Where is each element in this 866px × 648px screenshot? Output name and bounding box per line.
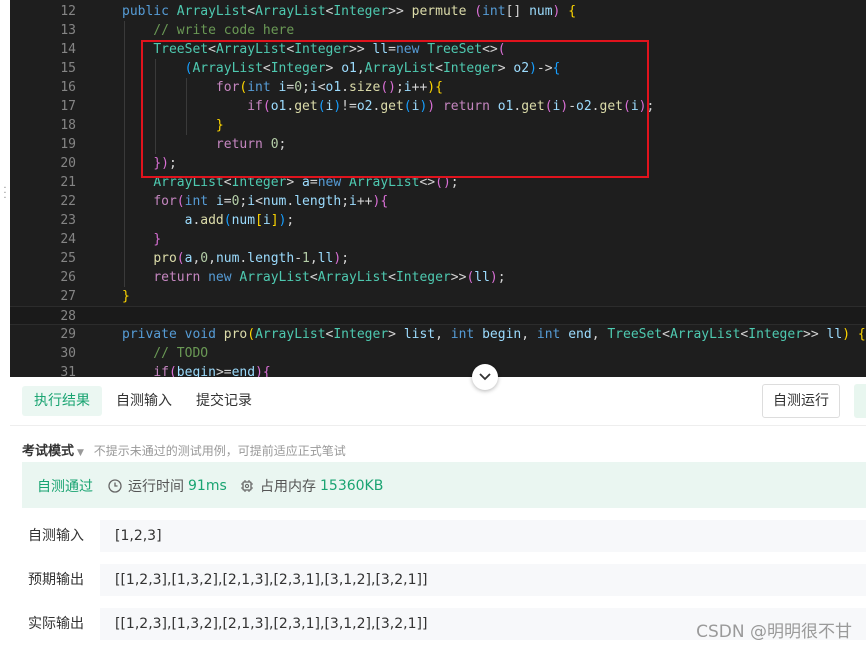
submit-button-partial[interactable] xyxy=(854,384,866,418)
expected-output-value: [[1,2,3],[1,3,2],[2,1,3],[2,3,1],[3,1,2]… xyxy=(100,564,866,596)
exam-mode-row: 考试模式 ▼ 不提示未通过的测试用例，可提前适应正式笔试 xyxy=(22,441,346,461)
chip-icon xyxy=(241,480,253,492)
exam-mode-dropdown[interactable]: 考试模式 xyxy=(22,444,74,459)
line-number: 25 xyxy=(60,251,76,266)
chevron-down-icon xyxy=(479,373,491,381)
tab-self-input[interactable]: 自测输入 xyxy=(104,386,184,416)
code-line[interactable]: 14 TreeSet<ArrayList<Integer>> ll=new Tr… xyxy=(10,40,866,59)
code-text[interactable]: // TODO xyxy=(122,344,208,363)
line-number: 31 xyxy=(60,365,76,377)
code-text[interactable]: return new ArrayList<ArrayList<Integer>>… xyxy=(122,268,505,287)
line-number: 24 xyxy=(60,232,76,247)
line-number: 27 xyxy=(60,289,76,304)
run-status-panel: 自测通过 运行时间 91ms 占用内存 15360KB xyxy=(22,462,866,508)
code-text[interactable]: for(int i=0;i<num.length;i++){ xyxy=(122,192,388,211)
tab-submission-history[interactable]: 提交记录 xyxy=(184,386,264,416)
line-number: 16 xyxy=(60,80,76,95)
memory-stat: 占用内存 15360KB xyxy=(240,476,383,496)
code-text[interactable]: a.add(num[i]); xyxy=(122,211,295,230)
line-number: 22 xyxy=(60,194,76,209)
run-time-label: 运行时间 xyxy=(128,479,184,495)
code-text[interactable]: } xyxy=(122,230,161,249)
memory-label: 占用内存 xyxy=(260,479,316,495)
code-line[interactable]: 24 } xyxy=(10,230,866,249)
code-text[interactable]: ArrayList<Integer> a=new ArrayList<>(); xyxy=(122,173,458,192)
expected-output-label: 预期输出 xyxy=(28,572,84,588)
code-text[interactable]: private void pro(ArrayList<Integer> list… xyxy=(122,325,866,344)
code-editor[interactable]: · · · 12 public ArrayList<ArrayList<Integer… xyxy=(0,0,866,377)
code-line[interactable]: 30 // TODO xyxy=(10,344,866,363)
line-number: 19 xyxy=(60,137,76,152)
tab-result[interactable]: 执行结果 xyxy=(22,386,102,416)
run-time-value: 91ms xyxy=(188,478,227,494)
code-line[interactable]: 12 public ArrayList<ArrayList<Integer>> p… xyxy=(10,2,866,21)
drag-handle-icon[interactable]: · · · xyxy=(1,184,9,204)
line-number: 17 xyxy=(60,99,76,114)
memory-value: 15360KB xyxy=(320,478,384,494)
line-number: 14 xyxy=(60,42,76,57)
code-text[interactable]: } xyxy=(122,287,130,306)
line-number: 23 xyxy=(60,213,76,228)
code-text[interactable]: TreeSet<ArrayList<Integer>> ll=new TreeS… xyxy=(122,40,505,59)
code-text[interactable]: public ArrayList<ArrayList<Integer>> per… xyxy=(122,2,576,21)
self-input-label: 自测输入 xyxy=(28,528,84,544)
code-line[interactable]: 18 } xyxy=(10,116,866,135)
run-time-stat: 运行时间 91ms xyxy=(108,476,227,496)
collapse-panel-button[interactable] xyxy=(472,364,498,390)
code-line[interactable]: 28 xyxy=(10,306,866,325)
code-line[interactable]: 21 ArrayList<Integer> a=new ArrayList<>(… xyxy=(10,173,866,192)
code-line[interactable]: 23 a.add(num[i]); xyxy=(10,211,866,230)
code-line[interactable]: 19 return 0; xyxy=(10,135,866,154)
code-text[interactable]: return 0; xyxy=(122,135,286,154)
line-number: 20 xyxy=(60,156,76,171)
exam-mode-hint: 不提示未通过的测试用例，可提前适应正式笔试 xyxy=(93,444,346,458)
code-text[interactable]: if(begin>=end){ xyxy=(122,363,270,377)
self-input-value: [1,2,3] xyxy=(100,520,866,552)
line-number: 15 xyxy=(60,61,76,76)
code-line[interactable]: 27} xyxy=(10,287,866,306)
caret-down-icon[interactable]: ▼ xyxy=(77,448,84,458)
code-line[interactable]: 26 return new ArrayList<ArrayList<Intege… xyxy=(10,268,866,287)
code-line[interactable]: 25 pro(a,0,num.length-1,ll); xyxy=(10,249,866,268)
code-text[interactable]: }); xyxy=(122,154,176,173)
line-number: 18 xyxy=(60,118,76,133)
self-input-row: 自测输入 [1,2,3] xyxy=(22,520,866,552)
code-line[interactable]: 31 if(begin>=end){ xyxy=(10,363,866,377)
code-text[interactable]: // write code here xyxy=(122,21,294,40)
clock-icon xyxy=(108,479,122,493)
line-number: 13 xyxy=(60,23,76,38)
code-text[interactable]: for(int i=0;i<o1.size();i++){ xyxy=(122,78,443,97)
line-number: 12 xyxy=(60,4,76,19)
line-number: 21 xyxy=(60,175,76,190)
code-line[interactable]: 15 (ArrayList<Integer> o1,ArrayList<Inte… xyxy=(10,59,866,78)
expected-output-row: 预期输出 [[1,2,3],[1,3,2],[2,1,3],[2,3,1],[3… xyxy=(22,564,866,596)
watermark: CSDN @明明很不甘 xyxy=(696,622,852,642)
code-line[interactable]: 29 private void pro(ArrayList<Integer> li… xyxy=(10,325,866,344)
line-number: 28 xyxy=(60,309,76,324)
code-text[interactable]: pro(a,0,num.length-1,ll); xyxy=(122,249,349,268)
code-text[interactable]: } xyxy=(122,116,224,135)
line-number: 29 xyxy=(60,327,76,342)
code-line[interactable]: 13 // write code here xyxy=(10,21,866,40)
line-number: 26 xyxy=(60,270,76,285)
code-line[interactable]: 17 if(o1.get(i)!=o2.get(i)) return o1.ge… xyxy=(10,97,866,116)
code-text[interactable]: if(o1.get(i)!=o2.get(i)) return o1.get(i… xyxy=(122,97,654,116)
status-pass-label: 自测通过 xyxy=(37,479,93,495)
code-line[interactable]: 22 for(int i=0;i<num.length;i++){ xyxy=(10,192,866,211)
code-text[interactable]: (ArrayList<Integer> o1,ArrayList<Integer… xyxy=(122,59,561,78)
code-line[interactable]: 16 for(int i=0;i<o1.size();i++){ xyxy=(10,78,866,97)
line-number: 30 xyxy=(60,346,76,361)
actual-output-label: 实际输出 xyxy=(28,616,84,632)
result-tabs: 执行结果 自测输入 提交记录 自测运行 xyxy=(10,377,866,426)
code-line[interactable]: 20 }); xyxy=(10,154,866,173)
self-run-button[interactable]: 自测运行 xyxy=(762,384,840,418)
